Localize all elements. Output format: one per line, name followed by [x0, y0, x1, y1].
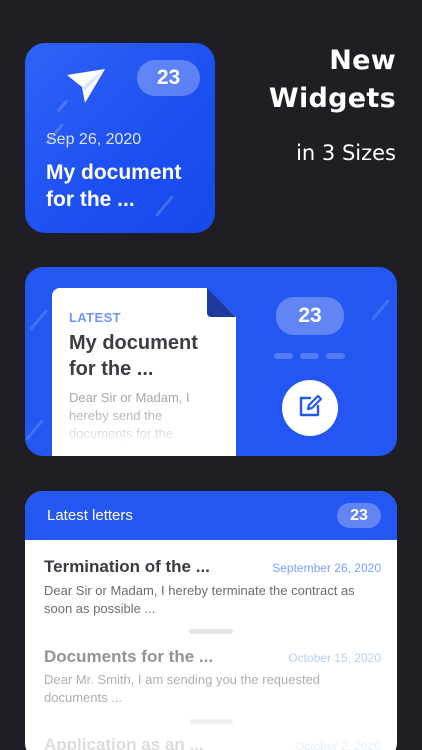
letter-excerpt: Dear Mr. Smith, I am sending you the req…: [44, 672, 321, 705]
list-separator: [189, 719, 233, 724]
small-widget[interactable]: 23 Sep 26, 2020 My document for the ...: [25, 43, 215, 233]
divider-dash: [274, 353, 293, 359]
letter-excerpt: Dear Sir or Madam, I hereby terminate th…: [44, 583, 355, 616]
document-title: My document for the ...: [69, 330, 229, 382]
decor-streak: [370, 299, 391, 321]
divider-dash: [326, 353, 345, 359]
document-title-line2: for the ...: [69, 358, 154, 380]
document-title-line2: for the ...: [46, 188, 135, 211]
decor-streak: [25, 419, 45, 441]
promo-title-line2: Widgets: [268, 83, 396, 114]
paper-plane-icon: [65, 65, 107, 105]
letter-date: October 2, 2020: [294, 739, 381, 750]
letter-date: September 26, 2020: [272, 561, 381, 575]
letter-title: Termination of the ...: [44, 557, 210, 576]
header-title: Latest letters: [47, 507, 133, 524]
latest-label: LATEST: [69, 310, 121, 325]
promo-title: New Widgets: [196, 42, 396, 118]
letter-date: October 15, 2020: [288, 651, 381, 665]
promo-subtitle: in 3 Sizes: [296, 141, 396, 165]
count-badge: 23: [137, 60, 200, 96]
letter-title: Application as an ...: [44, 735, 204, 750]
medium-widget[interactable]: LATEST My document for the ... Dear Sir …: [25, 267, 397, 456]
count-badge: 23: [276, 297, 344, 335]
document-title-line1: My document: [69, 332, 198, 354]
list-separator: [189, 629, 233, 634]
decor-streak: [28, 309, 49, 331]
excerpt-fade: [52, 407, 236, 456]
letter-title: Documents for the ...: [44, 647, 214, 666]
promo-title-line1: New: [329, 45, 396, 76]
document-title-line1: My document: [46, 161, 182, 184]
large-widget[interactable]: Latest letters 23 Termination of the ...…: [25, 491, 397, 750]
document-title: My document for the ...: [46, 159, 206, 213]
compose-button[interactable]: [282, 380, 338, 436]
count-badge: 23: [337, 503, 381, 528]
divider-dash: [300, 353, 319, 359]
document-date: Sep 26, 2020: [46, 131, 142, 148]
page-fold-corner: [207, 288, 236, 317]
edit-icon: [296, 392, 324, 425]
